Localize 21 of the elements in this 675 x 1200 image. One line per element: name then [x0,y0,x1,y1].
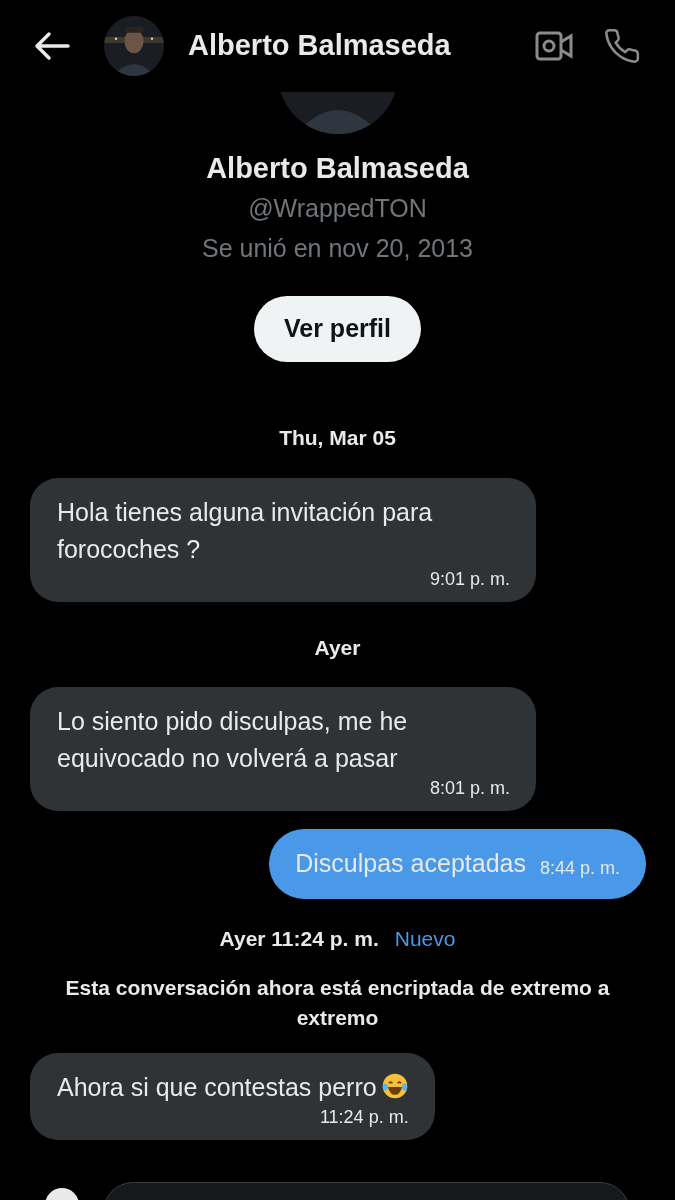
encryption-notice: Esta conversación ahora está encriptada de extremo a extremo [64,974,611,1031]
video-call-icon[interactable] [535,30,573,62]
timestamp: Ayer 11:24 p. m. [219,926,379,952]
back-arrow-icon[interactable] [34,31,70,61]
message-text: Lo siento pido disculpas, me he equivocado no volverá a pasar [57,707,408,772]
view-profile-button[interactable]: Ver perfil [254,296,421,362]
profile-handle: @WrappedTON [248,193,427,224]
message-text: Disculpas aceptadas [295,848,526,880]
join-date: Se unió en nov 20, 2013 [201,233,474,264]
message-text: Hola tienes alguna invitación para forocoches ? [57,497,433,563]
message-time: 8:01 p. m. [428,777,510,799]
new-label: Nuevo [394,926,456,952]
message-time: 11:24 p. m. [318,1105,409,1128]
date-separator: Ayer [314,634,361,661]
message-text: Ahora si que contestas perro [57,1072,409,1101]
contact-name[interactable]: Alberto Balmaseda [188,24,451,68]
message-time: 8:44 p. m. [539,856,620,880]
profile-name: Alberto Balmaseda [206,151,469,186]
date-separator: Thu, Mar 05 [279,425,396,451]
phone-icon[interactable] [603,27,641,65]
message-time: 9:01 p. m. [428,567,510,590]
